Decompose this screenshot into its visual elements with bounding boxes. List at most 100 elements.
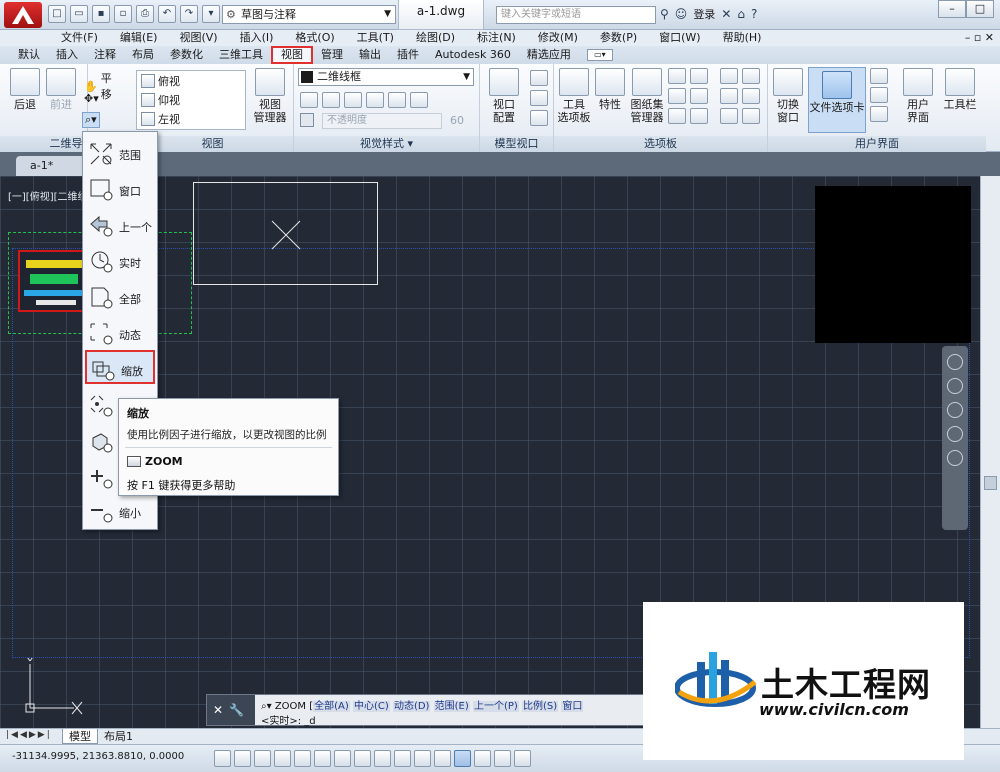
dynamic-input-icon[interactable]: [394, 750, 411, 767]
showmotion-icon[interactable]: [947, 450, 963, 466]
join-viewport-icon[interactable]: [530, 90, 548, 106]
new-file-icon[interactable]: □: [48, 5, 66, 23]
back-button[interactable]: 后退: [8, 68, 42, 111]
zoom-dynamic-item[interactable]: 动态: [85, 316, 155, 350]
viewport-config-button[interactable]: 视口 配置: [484, 68, 524, 124]
tile-horizontal-icon[interactable]: [870, 68, 888, 84]
face-icon[interactable]: [322, 92, 340, 108]
view-bottom[interactable]: 仰视: [141, 92, 180, 108]
snap-mode-icon[interactable]: [234, 750, 251, 767]
menu-view[interactable]: 视图(V): [168, 30, 228, 46]
cmd-option-previous[interactable]: 上一个(P): [472, 701, 519, 712]
tab-addins[interactable]: 插件: [389, 46, 427, 64]
tab-parametric[interactable]: 参数化: [162, 46, 211, 64]
viewport-controls-label[interactable]: [一][俯视][二维线: [8, 188, 88, 203]
menu-window[interactable]: 窗口(W): [648, 30, 711, 46]
maximize-icon[interactable]: □: [966, 0, 994, 18]
lineweight-icon[interactable]: [414, 750, 431, 767]
block-icon[interactable]: [742, 68, 760, 84]
mdi-controls[interactable]: – ▫ ✕: [965, 30, 994, 46]
dynamic-ucs-icon[interactable]: [374, 750, 391, 767]
command-line-icon[interactable]: [668, 68, 686, 84]
view-manager-button[interactable]: 视图 管理器: [250, 68, 290, 124]
tab-model[interactable]: 模型: [62, 729, 98, 744]
calculator-icon[interactable]: [690, 88, 708, 104]
edge-icon[interactable]: [300, 92, 318, 108]
smart-icon[interactable]: [720, 108, 738, 124]
layout-nav-arrows-icon[interactable]: |◀◀▶▶|: [6, 730, 52, 740]
workspace-icon[interactable]: [514, 750, 531, 767]
visual-style-select[interactable]: 二维线框 ▼: [298, 68, 474, 86]
qat-dropdown-icon[interactable]: ▾: [202, 5, 220, 23]
object-snap-icon[interactable]: [314, 750, 331, 767]
doc-tab-a1[interactable]: a-1*: [16, 156, 86, 176]
binoculars-icon[interactable]: ⚲: [660, 7, 669, 21]
zoom-all-item[interactable]: 全部: [85, 280, 155, 314]
user-interface-button[interactable]: 用户 界面: [898, 68, 938, 124]
zoom-window-item[interactable]: 窗口: [85, 172, 155, 206]
menu-file[interactable]: 文件(F): [50, 30, 109, 46]
tab-default[interactable]: 默认: [10, 46, 48, 64]
pan-nav-icon[interactable]: [947, 378, 963, 394]
menu-parametric[interactable]: 参数(P): [589, 30, 648, 46]
transparency-icon[interactable]: [434, 750, 451, 767]
cmd-option-all[interactable]: 全部(A): [313, 701, 350, 712]
open-file-icon[interactable]: ▭: [70, 5, 88, 23]
zoom-out-item[interactable]: 缩小: [85, 494, 155, 528]
save-as-icon[interactable]: ▫: [114, 5, 132, 23]
menu-dimension[interactable]: 标注(N): [466, 30, 527, 46]
vertical-scrollbar[interactable]: [980, 176, 1000, 728]
command-line-grip[interactable]: ✕ 🔧: [207, 695, 255, 725]
menu-edit[interactable]: 编辑(E): [109, 30, 169, 46]
tab-annotate[interactable]: 注释: [86, 46, 124, 64]
cmd-option-scale[interactable]: 比例(S): [522, 701, 559, 712]
match-icon[interactable]: [742, 108, 760, 124]
tab-3d-tools[interactable]: 三维工具: [211, 46, 271, 64]
command-history[interactable]: ⌕▾ ZOOM [全部(A) 中心(C) 动态(D) 范围(E) 上一个(P) …: [255, 695, 653, 727]
selection-cycling-icon[interactable]: [474, 750, 491, 767]
markup-icon[interactable]: [668, 88, 686, 104]
edge-color-icon[interactable]: [388, 92, 406, 108]
print-icon[interactable]: ⎙: [136, 5, 154, 23]
dbconnect-icon[interactable]: [668, 108, 686, 124]
x-ray-icon[interactable]: [366, 92, 384, 108]
material-icon[interactable]: [410, 92, 428, 108]
search-input[interactable]: 键入关键字或短语: [496, 6, 656, 24]
orbit-button[interactable]: ✥▾: [84, 92, 99, 105]
menu-insert[interactable]: 插入(I): [229, 30, 285, 46]
menu-tools[interactable]: 工具(T): [346, 30, 405, 46]
quick-properties-icon[interactable]: [454, 750, 471, 767]
exchange-icon[interactable]: ✕: [721, 7, 731, 21]
ortho-mode-icon[interactable]: [274, 750, 291, 767]
tab-view[interactable]: 视图: [271, 46, 313, 64]
shadow-icon[interactable]: [344, 92, 362, 108]
layer-icon[interactable]: [690, 108, 708, 124]
design-center-icon[interactable]: [690, 68, 708, 84]
navwheel-icon[interactable]: [947, 354, 963, 370]
cmd-option-extents[interactable]: 范围(E): [433, 701, 470, 712]
menu-format[interactable]: 格式(O): [284, 30, 345, 46]
cmd-option-center[interactable]: 中心(C): [352, 701, 390, 712]
named-viewport-icon[interactable]: [530, 70, 548, 86]
3d-object-snap-icon[interactable]: [334, 750, 351, 767]
tab-output[interactable]: 输出: [351, 46, 389, 64]
command-prompt[interactable]: <实时>: _d: [261, 712, 316, 727]
tile-vertical-icon[interactable]: [870, 87, 888, 103]
menu-modify[interactable]: 修改(M): [527, 30, 589, 46]
tab-layout[interactable]: 布局: [124, 46, 162, 64]
switch-windows-button[interactable]: 切换 窗口: [770, 68, 806, 124]
tab-manage[interactable]: 管理: [313, 46, 351, 64]
workspace-switcher[interactable]: ⚙ 草图与注释 ▼: [222, 5, 396, 24]
menu-draw[interactable]: 绘图(D): [405, 30, 466, 46]
help-icon[interactable]: ?: [751, 7, 757, 21]
forward-button[interactable]: 前进: [44, 68, 78, 111]
sheet-icon[interactable]: [742, 88, 760, 104]
opacity-slider[interactable]: 不透明度: [322, 113, 442, 129]
zoom-extents-item[interactable]: 范围: [85, 136, 155, 170]
zoom-previous-item[interactable]: 上一个: [85, 208, 155, 242]
parameters-icon[interactable]: [720, 88, 738, 104]
redo-icon[interactable]: ↷: [180, 5, 198, 23]
external-ref-icon[interactable]: [720, 68, 738, 84]
zoom-nav-icon[interactable]: [947, 402, 963, 418]
tab-autodesk-360[interactable]: Autodesk 360: [427, 46, 519, 64]
